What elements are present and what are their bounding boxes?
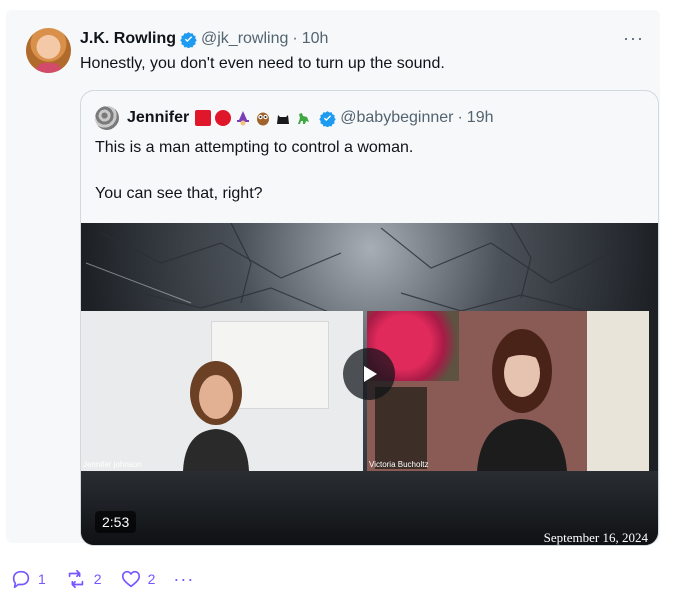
curtain	[587, 311, 649, 471]
tweet-header: J.K. Rowling @jk_rowling · 10h	[80, 30, 328, 48]
quote-author-handle[interactable]: @babybeginner	[340, 109, 453, 127]
video-player[interactable]: Jennifer johnson Victoria Bucholtz 2:53	[81, 223, 658, 545]
right-video-frame: Victoria Bucholtz	[367, 311, 649, 471]
reply-icon	[12, 570, 30, 589]
separator-dot: ·	[457, 109, 463, 126]
tweet-card[interactable]: J.K. Rowling @jk_rowling · 10h ··· Hones…	[6, 10, 660, 546]
bookshelf	[375, 387, 427, 469]
owl-icon	[257, 112, 270, 126]
more-options-button[interactable]: ···	[623, 28, 644, 49]
dinosaur-icon	[298, 113, 310, 124]
quote-time[interactable]: 19h	[467, 109, 494, 127]
play-button[interactable]	[343, 348, 395, 400]
quote-header: Jennifer @babybeginner · 19h	[95, 106, 494, 130]
retweet-icon	[68, 569, 84, 589]
like-button[interactable]: 2	[120, 568, 156, 590]
action-bar: 1 2 2 ···	[10, 568, 194, 590]
quote-text-line-2: You can see that, right?	[95, 185, 263, 202]
author-avatar[interactable]	[26, 28, 71, 73]
separator-dot: ·	[292, 30, 298, 47]
video-duration: 2:53	[95, 511, 137, 533]
black-cat-icon	[277, 115, 290, 124]
more-actions-button[interactable]: ···	[173, 569, 194, 590]
tweet-text: Honestly, you don't even need to turn up…	[80, 55, 445, 72]
retweet-count: 2	[93, 571, 102, 587]
background-cracks	[85, 223, 622, 316]
quote-text-line-1: This is a man attempting to control a wo…	[95, 139, 414, 156]
witch-icon	[237, 111, 250, 126]
person-left	[183, 361, 249, 471]
retweet-button[interactable]: 2	[64, 568, 102, 590]
left-video-label: Jennifer johnson	[83, 460, 142, 469]
play-icon	[364, 366, 377, 382]
video-date-overlay: September 16, 2024	[543, 530, 648, 545]
reply-button[interactable]: 1	[10, 568, 46, 590]
verified-badge-icon	[180, 31, 197, 48]
author-name[interactable]: J.K. Rowling	[80, 30, 176, 48]
verified-badge-icon	[319, 110, 336, 127]
person-right	[477, 329, 567, 471]
tweet-time[interactable]: 10h	[302, 30, 329, 48]
like-count: 2	[147, 571, 156, 587]
left-video-frame: Jennifer johnson	[81, 311, 363, 471]
red-circle-icon	[215, 110, 232, 126]
quote-avatar[interactable]	[95, 106, 119, 130]
author-handle[interactable]: @jk_rowling	[201, 30, 288, 48]
quoted-tweet[interactable]: Jennifer @babybeginner · 19h This is a m…	[80, 90, 659, 546]
red-square-icon	[195, 110, 212, 126]
heart-icon	[121, 570, 140, 588]
name-emoji-icons	[195, 110, 315, 126]
quote-author-name[interactable]: Jennifer	[127, 109, 189, 127]
reply-count: 1	[38, 571, 46, 587]
right-video-label: Victoria Bucholtz	[369, 460, 429, 469]
